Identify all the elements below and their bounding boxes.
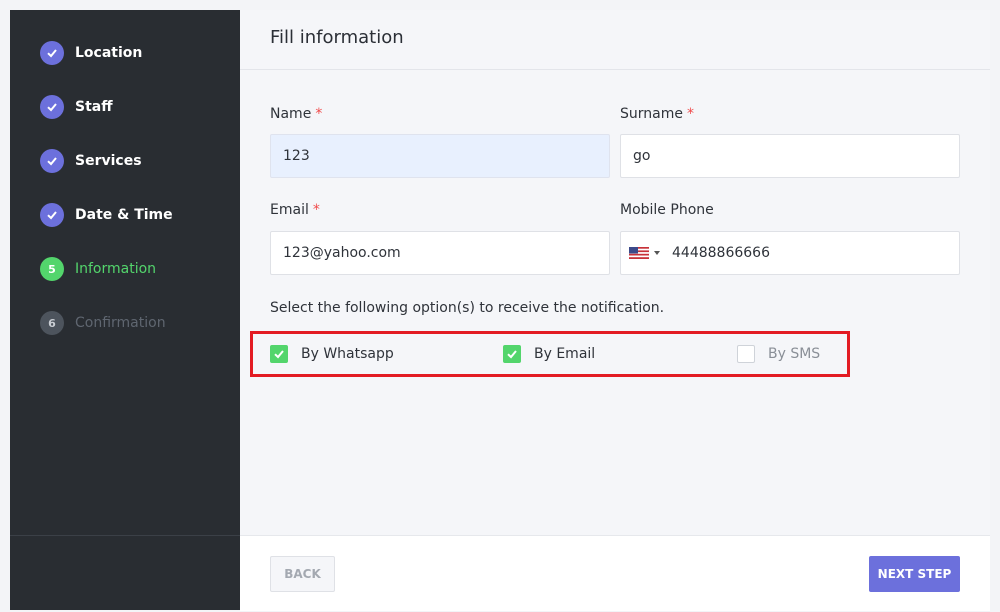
email-label-text: Email [270, 202, 309, 218]
main-content: Fill information Name * 123 Surname * go E… [240, 10, 990, 611]
surname-input[interactable]: go [620, 134, 960, 178]
mobile-phone-label-text: Mobile Phone [620, 202, 714, 218]
surname-value: go [633, 148, 651, 164]
step-label: Location [75, 45, 143, 61]
mobile-phone-input[interactable]: 44488866666 [620, 231, 960, 275]
surname-label: Surname * [620, 106, 694, 122]
option-email[interactable]: By Email [503, 345, 595, 363]
check-icon [40, 149, 64, 173]
check-icon [274, 350, 284, 359]
sidebar-divider [10, 535, 240, 536]
notification-instructions: Select the following option(s) to receiv… [270, 300, 665, 316]
option-label: By Whatsapp [301, 346, 394, 362]
checkbox-whatsapp[interactable] [270, 345, 288, 363]
step-label: Services [75, 153, 142, 169]
surname-label-text: Surname [620, 106, 683, 122]
checkbox-sms[interactable] [737, 345, 755, 363]
check-icon [40, 95, 64, 119]
name-label-text: Name [270, 106, 312, 122]
step-date-time[interactable]: Date & Time [40, 203, 173, 227]
step-location[interactable]: Location [40, 41, 142, 65]
booking-panel: Location Staff Services Date & Time 5 In… [10, 10, 990, 611]
chevron-down-icon [654, 251, 660, 255]
mobile-phone-value: 44488866666 [672, 245, 770, 261]
step-label: Staff [75, 99, 113, 115]
step-number-badge: 5 [40, 257, 64, 281]
country-code-selector[interactable] [629, 247, 660, 259]
step-number-badge: 6 [40, 311, 64, 335]
step-staff[interactable]: Staff [40, 95, 113, 119]
next-step-button[interactable]: NEXT STEP [869, 556, 960, 592]
check-icon [40, 41, 64, 65]
required-mark: * [315, 106, 323, 122]
required-mark: * [312, 202, 320, 218]
option-whatsapp[interactable]: By Whatsapp [270, 345, 394, 363]
option-label: By Email [534, 346, 596, 362]
step-label: Confirmation [75, 315, 166, 331]
us-flag-icon [629, 247, 649, 259]
main-header: Fill information [240, 10, 990, 70]
footer-bar: BACK NEXT STEP [240, 535, 990, 611]
option-sms[interactable]: By SMS [737, 345, 820, 363]
step-information[interactable]: 5 Information [40, 257, 156, 281]
email-label: Email * [270, 202, 320, 218]
step-label: Date & Time [75, 207, 173, 223]
required-mark: * [686, 106, 694, 122]
step-label: Information [75, 261, 157, 277]
email-input[interactable]: 123@yahoo.com [270, 231, 610, 275]
step-services[interactable]: Services [40, 149, 142, 173]
check-icon [507, 350, 517, 359]
checkbox-email[interactable] [503, 345, 521, 363]
page-title: Fill information [270, 27, 404, 48]
option-label: By SMS [768, 346, 821, 362]
name-value: 123 [283, 148, 310, 164]
name-label: Name * [270, 106, 322, 122]
mobile-phone-label: Mobile Phone [620, 202, 714, 218]
email-value: 123@yahoo.com [283, 245, 401, 261]
check-icon [40, 203, 64, 227]
name-input[interactable]: 123 [270, 134, 610, 178]
step-confirmation: 6 Confirmation [40, 311, 166, 335]
steps-sidebar: Location Staff Services Date & Time 5 In… [10, 10, 240, 610]
back-button[interactable]: BACK [270, 556, 335, 592]
